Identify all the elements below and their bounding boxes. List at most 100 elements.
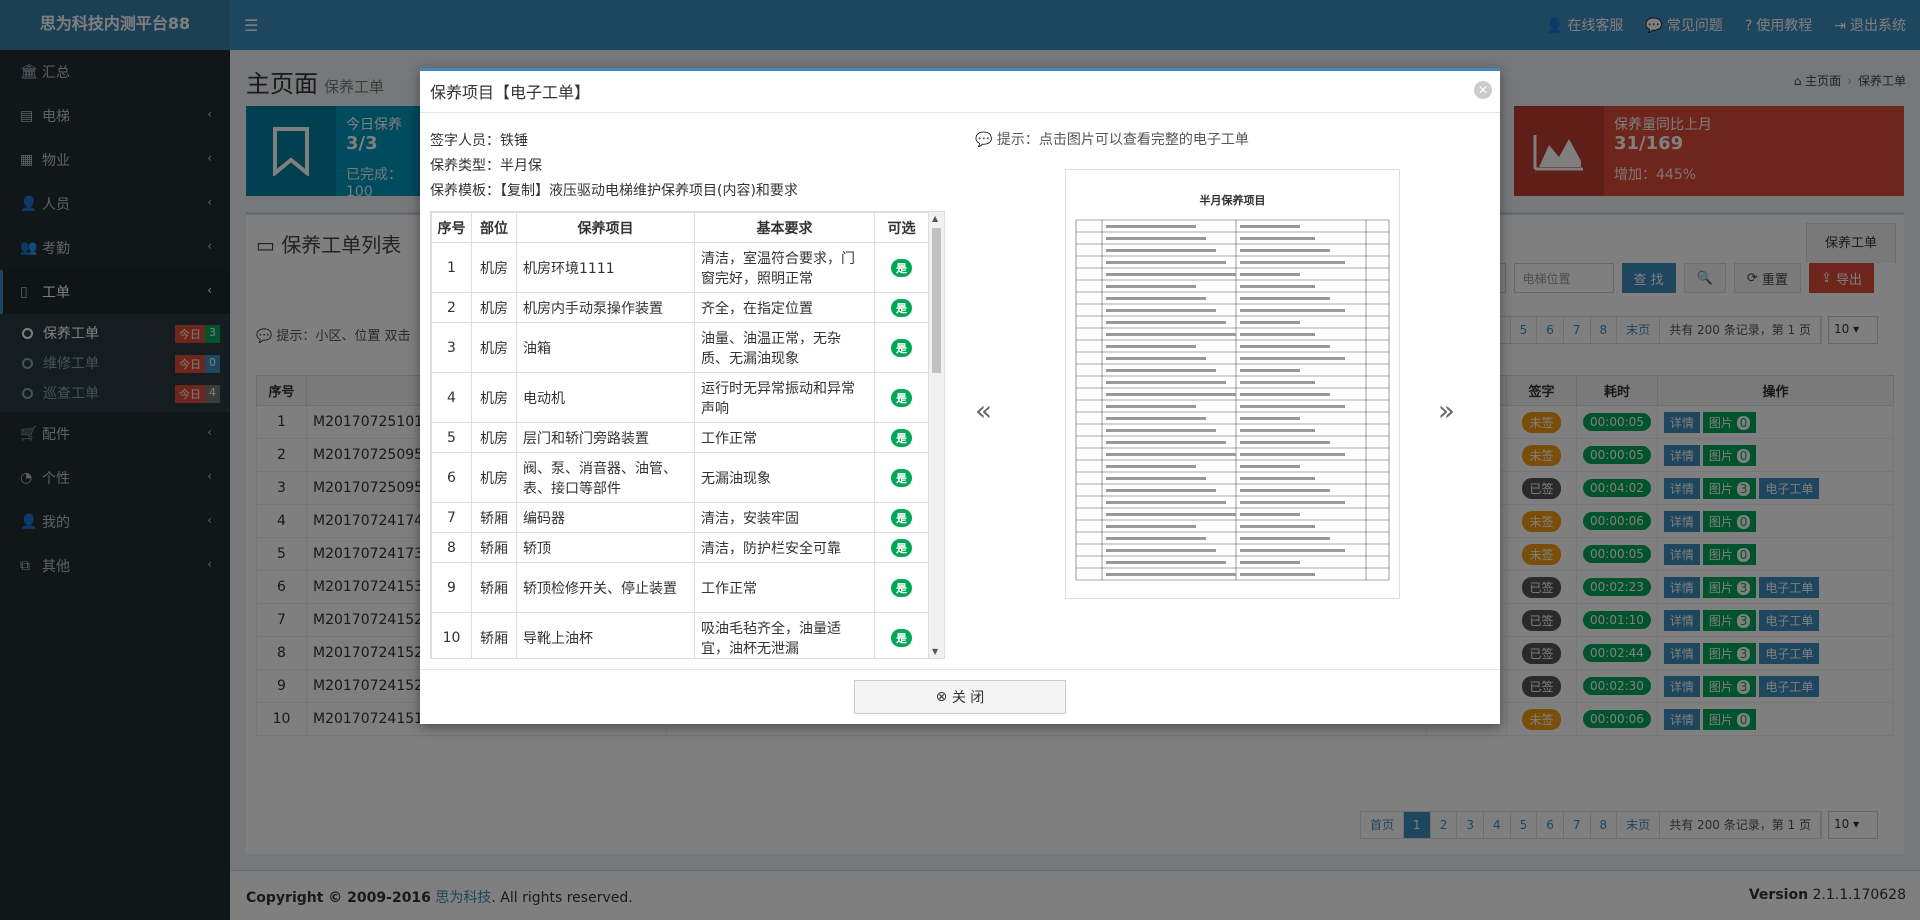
doc-text-line — [1240, 249, 1330, 252]
item-requirement: 齐全，在指定位置 — [694, 292, 875, 323]
item-part: 机房 — [471, 322, 517, 373]
doc-text-line — [1106, 465, 1196, 468]
doc-text-line — [1240, 525, 1315, 528]
item-part: 轿厢 — [471, 532, 517, 563]
next-arrow-icon[interactable]: » — [1438, 394, 1455, 427]
item-no: 6 — [431, 452, 472, 503]
document-thumbnail[interactable]: 半月保养项目 — [1065, 169, 1400, 599]
doc-text-line — [1240, 321, 1300, 324]
doc-text-line — [1106, 309, 1216, 312]
doc-text-line — [1106, 453, 1236, 456]
item-name: 轿顶检修开关、停止装置 — [516, 562, 695, 613]
item-part: 机房 — [471, 372, 517, 423]
doc-text-line — [1240, 489, 1330, 492]
modal-info: 签字人员：铁锤 保养类型：半月保 保养模板：【复制】液压驱动电梯维护保养项目(内… — [430, 129, 945, 204]
item-optional: 是 — [874, 532, 929, 563]
scroll-down-icon[interactable]: ▼ — [932, 647, 938, 656]
doc-text-line — [1240, 429, 1315, 432]
item-no: 7 — [431, 502, 472, 533]
maintenance-item-row: 2 机房 机房内手动泵操作装置 齐全，在指定位置是 — [431, 292, 929, 323]
item-no: 8 — [431, 532, 472, 563]
doc-text-line — [1106, 489, 1216, 492]
doc-text-line — [1240, 273, 1300, 276]
doc-text-line — [1106, 273, 1236, 276]
yes-badge: 是 — [891, 508, 912, 527]
signer-line: 签字人员：铁锤 — [430, 133, 528, 149]
item-optional: 是 — [874, 612, 929, 658]
item-requirement: 运行时无异常振动和异常声响 — [694, 372, 875, 423]
item-name: 机房内手动泵操作装置 — [516, 292, 695, 323]
doc-text-line — [1106, 321, 1226, 324]
doc-text-line — [1240, 333, 1315, 336]
doc-text-line — [1106, 297, 1206, 300]
item-optional: 是 — [874, 562, 929, 613]
doc-text-line — [1106, 285, 1196, 288]
doc-text-line — [1106, 249, 1216, 252]
type-line: 保养类型：半月保 — [430, 158, 542, 174]
item-part: 轿厢 — [471, 502, 517, 533]
doc-text-line — [1240, 573, 1315, 576]
doc-text-line — [1106, 345, 1196, 348]
doc-text-line — [1106, 429, 1216, 432]
item-requirement: 油量、油温正常，无杂质、无漏油现象 — [694, 322, 875, 373]
maintenance-item-row: 10 轿厢 导靴上油杯 吸油毛毡齐全，油量适宜，油杯无泄漏是 — [431, 612, 929, 658]
item-requirement: 清洁，防护栏安全可靠 — [694, 532, 875, 563]
item-name: 机房环境1111 — [516, 242, 695, 293]
item-name: 层门和轿门旁路装置 — [516, 422, 695, 453]
modal-footer: ⊗ 关 闭 — [420, 669, 1500, 727]
scroll-up-icon[interactable]: ▲ — [932, 214, 938, 223]
modal-title: 保养项目【电子工单】 — [420, 71, 1500, 113]
doc-text-line — [1106, 225, 1196, 228]
doc-text-line — [1106, 381, 1226, 384]
item-part: 轿厢 — [471, 612, 517, 658]
table-scrollbar[interactable]: ▲ ▼ — [929, 212, 944, 658]
item-name: 导靴上油杯 — [516, 612, 695, 658]
comment-icon: 💬 — [975, 132, 993, 148]
yes-badge: 是 — [891, 538, 912, 557]
yes-badge: 是 — [891, 428, 912, 447]
item-requirement: 工作正常 — [694, 562, 875, 613]
doc-text-line — [1240, 357, 1345, 360]
doc-text-line — [1240, 501, 1345, 504]
doc-text-line — [1106, 357, 1206, 360]
maintenance-item-row: 3 机房 油箱 油量、油温正常，无杂质、无漏油现象是 — [431, 322, 929, 373]
doc-text-line — [1106, 441, 1226, 444]
doc-text-line — [1240, 369, 1300, 372]
maintenance-item-row: 6 机房 阀、泵、消音器、油管、表、接口等部件 无漏油现象是 — [431, 452, 929, 503]
doc-text-line — [1240, 261, 1345, 264]
document-preview: 💬 提示：点击图片可以查看完整的电子工单 « 半月保养项目 » — [975, 129, 1485, 649]
maintenance-item-row: 8 轿厢 轿顶 清洁，防护栏安全可靠是 — [431, 532, 929, 563]
doc-text-line — [1240, 537, 1330, 540]
doc-text-line — [1240, 309, 1345, 312]
item-optional: 是 — [874, 422, 929, 453]
item-requirement: 吸油毛毡齐全，油量适宜，油杯无泄漏 — [694, 612, 875, 658]
prev-arrow-icon[interactable]: « — [975, 394, 992, 427]
item-name: 编码器 — [516, 502, 695, 533]
yes-badge: 是 — [891, 468, 912, 487]
maintenance-item-row: 4 机房 电动机 运行时无异常振动和异常声响是 — [431, 372, 929, 423]
item-name: 阀、泵、消音器、油管、表、接口等部件 — [516, 452, 695, 503]
item-name: 电动机 — [516, 372, 695, 423]
doc-text-line — [1106, 561, 1226, 564]
doc-text-line — [1106, 501, 1226, 504]
maintenance-item-row: 1 机房 机房环境1111 清洁，室温符合要求，门窗完好，照明正常是 — [431, 242, 929, 293]
close-icon[interactable]: ✕ — [1474, 81, 1492, 99]
maintenance-item-row: 9 轿厢 轿顶检修开关、停止装置 工作正常是 — [431, 562, 929, 613]
maintenance-items-table: 序号 部位 保养项目 基本要求 可选 1 机房 机房环境1111 清洁，室温符合要求，… — [431, 212, 929, 658]
maintenance-items-table-wrap[interactable]: 序号 部位 保养项目 基本要求 可选 1 机房 机房环境1111 清洁，室温符合要求，… — [430, 211, 945, 659]
item-part: 机房 — [471, 292, 517, 323]
scroll-thumb[interactable] — [932, 228, 941, 373]
item-optional: 是 — [874, 292, 929, 323]
doc-text-line — [1240, 405, 1345, 408]
doc-text-line — [1106, 369, 1216, 372]
doc-text-line — [1240, 441, 1330, 444]
doc-text-line — [1240, 225, 1300, 228]
doc-text-line — [1106, 261, 1226, 264]
item-requirement: 清洁，室温符合要求，门窗完好，照明正常 — [694, 242, 875, 293]
close-button[interactable]: ⊗ 关 闭 — [854, 680, 1066, 714]
item-requirement: 工作正常 — [694, 422, 875, 453]
item-no: 10 — [431, 612, 472, 658]
item-no: 4 — [431, 372, 472, 423]
yes-badge: 是 — [891, 338, 912, 357]
yes-badge: 是 — [891, 628, 912, 647]
